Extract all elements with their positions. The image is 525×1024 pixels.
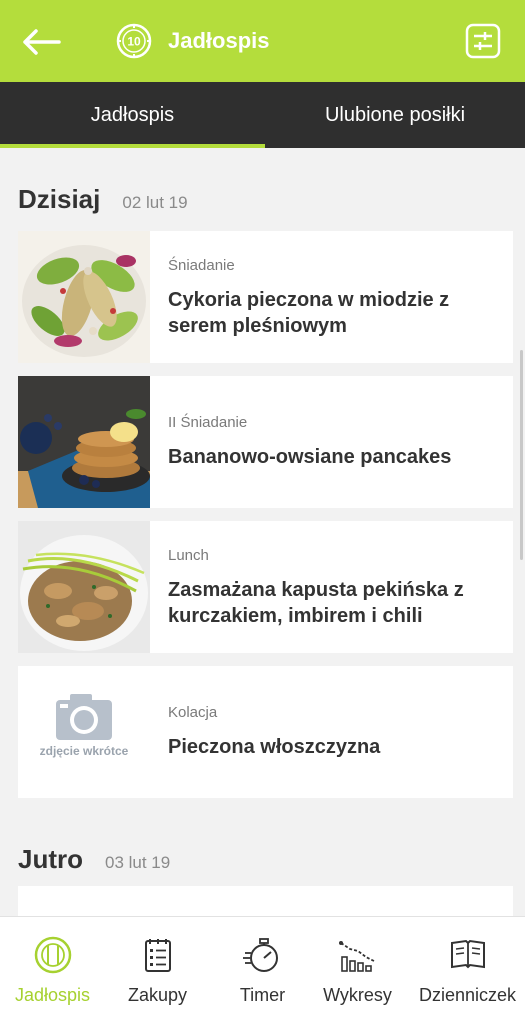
nav-label: Timer [239,985,286,1005]
day-title: Dzisiaj [18,184,101,214]
arrow-left-icon [23,29,61,55]
meal-card-dinner[interactable]: zdjęcie wkrótce Kolacja Pieczona włoszcz… [18,666,513,798]
page-title: Jadłospis [168,28,270,53]
back-button[interactable] [18,22,64,62]
tab-bar: Jadłospis Ulubione posiłki [0,82,525,148]
salad-photo [18,231,150,363]
placeholder-text: zdjęcie wkrótce [39,744,129,758]
day-date: 03 lut 19 [105,853,171,872]
pancakes-photo [18,376,150,508]
meal-card-breakfast[interactable]: Śniadanie Cykoria pieczona w miodzie z s… [18,231,513,363]
camera-icon [56,694,112,740]
photo-placeholder: zdjęcie wkrótce [18,666,150,798]
day-header-today: Dzisiaj 02 lut 19 [18,184,188,215]
nav-item-timer[interactable]: Timer [210,917,315,1024]
scrollbar[interactable] [520,350,523,560]
logo-text: 10 [127,35,141,49]
meal-type: Kolacja [168,704,218,721]
nav-label: Jadłospis [14,985,91,1005]
nav-item-diary[interactable]: Dzienniczek [410,917,525,1024]
nav-item-charts[interactable]: Wykresy [305,917,410,1024]
filter-button[interactable] [465,23,501,59]
app-header: 10 Jadłospis [0,0,525,82]
shopping-list-icon [144,939,171,972]
meal-name: Pieczona włoszczyzna [168,736,381,758]
meal-type: II Śniadanie [168,414,248,431]
stopwatch-icon [242,938,278,972]
tab-favorite-meals[interactable]: Ulubione posiłki [265,82,525,148]
nav-label: Zakupy [127,985,188,1005]
day-header-tomorrow: Jutro 03 lut 19 [18,844,170,875]
meal-type: Śniadanie [168,257,235,274]
meal-name: Bananowo-owsiane pancakes [168,446,452,468]
diary-book-icon [450,939,485,969]
nav-label: Dzienniczek [418,985,517,1005]
nav-item-shopping[interactable]: Zakupy [105,917,210,1024]
day-title: Jutro [18,844,83,874]
active-tab-indicator [0,144,265,148]
tab-label: Ulubione posiłki [324,103,466,126]
sliders-icon [465,23,501,59]
bottom-navigation: Jadłospis Zakupy Timer Wykresy Dziennicz… [0,916,525,1024]
tab-label: Jadłospis [90,103,175,126]
plate-cutlery-icon [34,936,71,974]
meal-card-second-breakfast[interactable]: II Śniadanie Bananowo-owsiane pancakes [18,376,513,508]
stirfry-photo [18,521,150,653]
nav-label: Wykresy [323,985,392,1005]
nav-item-menu[interactable]: Jadłospis [0,917,105,1024]
meal-type: Lunch [168,547,209,564]
meal-card-lunch[interactable]: Lunch Zasmażana kapusta pekińska z kurcz… [18,521,513,653]
tab-menu[interactable]: Jadłospis [0,82,265,148]
meal-name: Zasmażana kapusta pekińska z kurczakiem,… [168,579,464,627]
day-date: 02 lut 19 [122,193,188,212]
meal-name: Cykoria pieczona w miodzie z serem pleśn… [168,289,450,337]
chart-icon [338,941,374,972]
app-logo-icon: 10 [116,23,152,59]
